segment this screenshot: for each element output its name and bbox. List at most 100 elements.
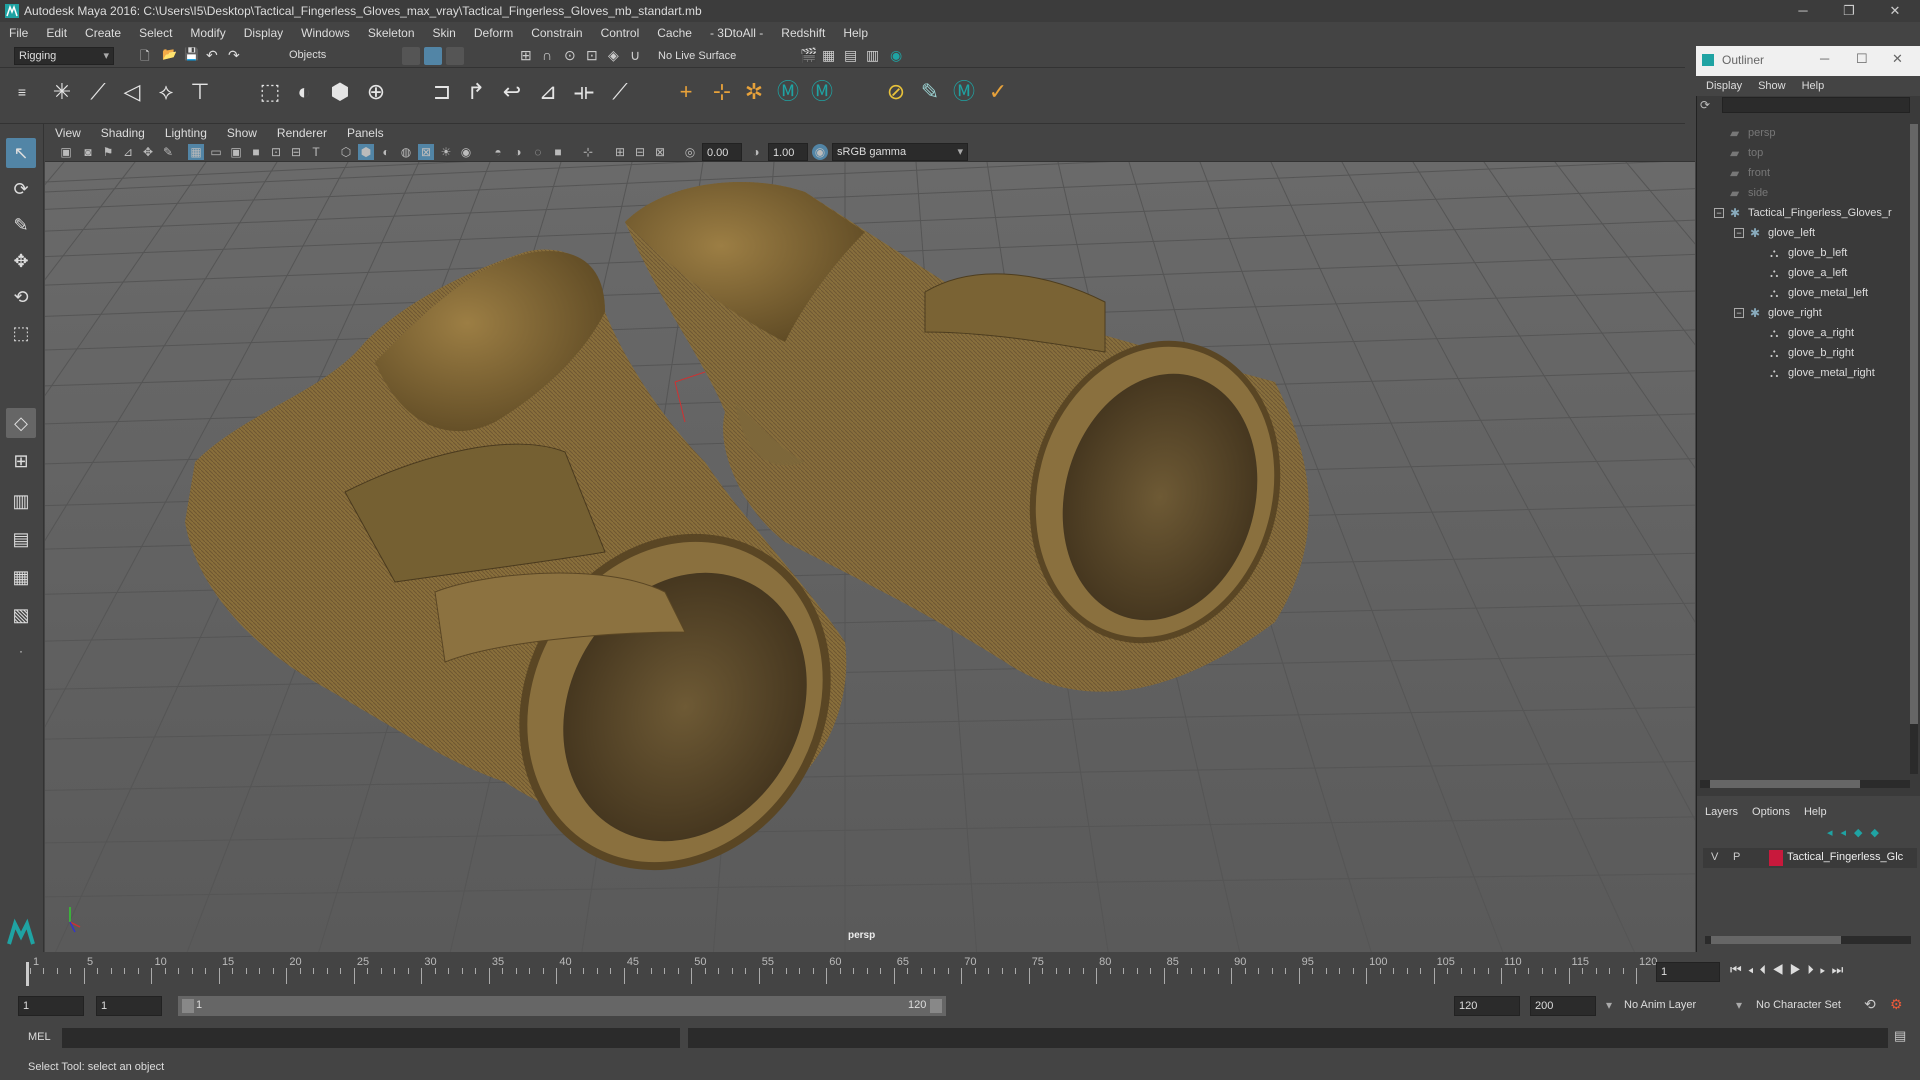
viewport-menu-show[interactable]: Show bbox=[217, 126, 267, 140]
chevron-down-icon[interactable]: ▾ bbox=[1606, 998, 1612, 1012]
end-time-field[interactable]: 200 bbox=[1530, 996, 1596, 1016]
orient-constraint-icon[interactable]: ✲ bbox=[740, 78, 768, 106]
hypershade-layout-icon[interactable]: ▧ bbox=[6, 600, 36, 630]
layer-playback-toggle[interactable]: P bbox=[1733, 851, 1740, 863]
range-slider[interactable]: 1 120 bbox=[178, 996, 946, 1016]
wireframe-icon[interactable]: ⬡ bbox=[338, 144, 354, 160]
select-mode-dropdown[interactable]: Objects bbox=[285, 47, 380, 65]
layer-hscrollbar[interactable] bbox=[1705, 936, 1911, 944]
outliner-minimize-button[interactable]: ─ bbox=[1820, 51, 1829, 66]
ik-spline-icon[interactable]: ◁ bbox=[118, 78, 146, 106]
start-time-field[interactable]: 1 bbox=[18, 996, 84, 1016]
select-object-icon[interactable] bbox=[424, 47, 442, 65]
grease-pencil-icon[interactable]: ✎ bbox=[160, 144, 176, 160]
render-view-icon[interactable]: 🎬 bbox=[800, 47, 818, 65]
hud-icon[interactable]: ⊞ bbox=[612, 144, 628, 160]
menu-create[interactable]: Create bbox=[76, 26, 130, 40]
outliner-close-button[interactable]: ✕ bbox=[1892, 51, 1903, 67]
menu-edit[interactable]: Edit bbox=[37, 26, 76, 40]
outliner-hscrollbar[interactable] bbox=[1700, 780, 1910, 788]
outliner-item[interactable]: ⛬ glove_b_right bbox=[1696, 343, 1920, 363]
outliner-menu-show[interactable]: Show bbox=[1750, 80, 1794, 92]
menu-skin[interactable]: Skin bbox=[424, 26, 465, 40]
viewport-menu-panels[interactable]: Panels bbox=[337, 126, 394, 140]
gamma-icon[interactable]: ◑ bbox=[748, 144, 764, 160]
grid-toggle-icon[interactable]: ▦ bbox=[188, 144, 204, 160]
viewport-menu-lighting[interactable]: Lighting bbox=[155, 126, 217, 140]
outliner-menu-display[interactable]: Display bbox=[1696, 80, 1750, 92]
collapse-toggle-icon[interactable]: − bbox=[1734, 228, 1744, 238]
shelf-menu-icon[interactable]: ≡ bbox=[8, 78, 36, 106]
motion-blur-icon[interactable]: ◌ bbox=[530, 144, 546, 160]
film-gate-icon[interactable]: ▭ bbox=[208, 144, 224, 160]
outliner-item[interactable]: − ✱ glove_left bbox=[1696, 223, 1920, 243]
menu-file[interactable]: File bbox=[0, 26, 37, 40]
layer-menu-help[interactable]: Help bbox=[1804, 806, 1827, 818]
close-button[interactable]: ✕ bbox=[1872, 0, 1918, 22]
outliner-filter-icon[interactable]: ⟳ bbox=[1700, 98, 1714, 112]
outliner-item[interactable]: ⛬ glove_a_right bbox=[1696, 323, 1920, 343]
2d-pan-zoom-icon[interactable]: ✥ bbox=[140, 144, 156, 160]
outliner-item[interactable]: ▰ persp bbox=[1696, 123, 1920, 143]
cluster-icon[interactable]: ⊐ bbox=[428, 78, 456, 106]
menu-display[interactable]: Display bbox=[235, 26, 292, 40]
menu-select[interactable]: Select bbox=[130, 26, 181, 40]
viewport-menu-view[interactable]: View bbox=[45, 126, 91, 140]
insert-joint-icon[interactable]: ⟡ bbox=[152, 78, 180, 106]
outliner-item[interactable]: ⛬ glove_metal_right bbox=[1696, 363, 1920, 383]
menu-redshift[interactable]: Redshift bbox=[772, 26, 834, 40]
snap-view-icon[interactable]: ⊡ bbox=[586, 47, 604, 65]
menu-modify[interactable]: Modify bbox=[181, 26, 234, 40]
render-settings-icon[interactable]: ▥ bbox=[866, 47, 884, 65]
isolate-select-icon[interactable]: ◓ bbox=[490, 144, 506, 160]
color-space-dropdown[interactable]: sRGB gamma ▾ bbox=[832, 143, 968, 161]
time-slider[interactable] bbox=[0, 952, 1920, 992]
redo-icon[interactable]: ↷ bbox=[228, 47, 246, 65]
outliner-menu-help[interactable]: Help bbox=[1794, 80, 1833, 92]
open-scene-icon[interactable]: 📂 bbox=[162, 47, 180, 65]
smooth-bind-icon[interactable]: ⬚ bbox=[256, 78, 284, 106]
chevron-down-icon[interactable]: ▾ bbox=[1736, 998, 1742, 1012]
character-set-dropdown[interactable]: No Character Set bbox=[1752, 996, 1862, 1016]
magnet-icon[interactable]: ∪ bbox=[630, 47, 648, 65]
single-pane-layout-icon[interactable]: ◇ bbox=[6, 408, 36, 438]
resolution-gate-icon[interactable]: ▣ bbox=[228, 144, 244, 160]
outliner-layout-icon[interactable]: ▤ bbox=[6, 524, 36, 554]
lasso-tool-icon[interactable]: ⟳ bbox=[6, 174, 36, 204]
blend-shape-icon[interactable]: ↱ bbox=[462, 78, 490, 106]
use-all-lights-icon[interactable]: ☀ bbox=[438, 144, 454, 160]
viewport-3d[interactable]: persp bbox=[45, 162, 1695, 952]
range-end-handle[interactable] bbox=[930, 999, 942, 1013]
joint-tool-icon[interactable]: ✳ bbox=[48, 78, 76, 106]
hypershade-icon[interactable]: ◉ bbox=[890, 47, 908, 65]
depth-of-field-icon[interactable]: ⊹ bbox=[580, 144, 596, 160]
menu-help[interactable]: Help bbox=[834, 26, 877, 40]
outliner-vscrollbar[interactable] bbox=[1910, 124, 1918, 774]
menu-cache[interactable]: Cache bbox=[648, 26, 701, 40]
anti-aliasing-icon[interactable]: ■ bbox=[550, 144, 566, 160]
save-scene-icon[interactable]: 💾 bbox=[184, 47, 202, 65]
gamma-field[interactable]: 1.00 bbox=[768, 143, 808, 161]
ik-handle-icon[interactable]: ⟋ bbox=[84, 78, 112, 106]
range-start-handle[interactable] bbox=[182, 999, 194, 1013]
wrap-icon[interactable]: ⊕ bbox=[362, 78, 390, 106]
snap-grid-icon[interactable]: ⊞ bbox=[520, 47, 538, 65]
menu-set-dropdown[interactable]: Rigging ▾ bbox=[14, 47, 114, 65]
menu-constrain[interactable]: Constrain bbox=[522, 26, 591, 40]
paint-select-icon[interactable]: ✎ bbox=[6, 210, 36, 240]
outliner-maximize-button[interactable]: ☐ bbox=[1856, 51, 1868, 67]
shadows-icon[interactable]: ◍ bbox=[398, 144, 414, 160]
wire-tool-icon[interactable]: ⟛ bbox=[570, 78, 598, 106]
menu-windows[interactable]: Windows bbox=[292, 26, 359, 40]
outliner-item[interactable]: ⛬ glove_metal_left bbox=[1696, 283, 1920, 303]
layer-visibility-toggle[interactable]: V bbox=[1711, 851, 1718, 863]
more-layouts-icon[interactable]: · bbox=[6, 636, 36, 666]
viewport-menu-renderer[interactable]: Renderer bbox=[267, 126, 337, 140]
graph-layout-icon[interactable]: ▦ bbox=[6, 562, 36, 592]
mirror-joint-icon[interactable]: ⊤ bbox=[186, 78, 214, 106]
redshift-icon-2[interactable]: Ⓜ bbox=[808, 78, 836, 106]
render-current-icon[interactable]: ▦ bbox=[822, 47, 840, 65]
live-surface-label[interactable]: No Live Surface bbox=[658, 50, 736, 62]
new-scene-icon[interactable]: 🗋 bbox=[140, 47, 158, 65]
select-hierarchy-icon[interactable] bbox=[402, 47, 420, 65]
